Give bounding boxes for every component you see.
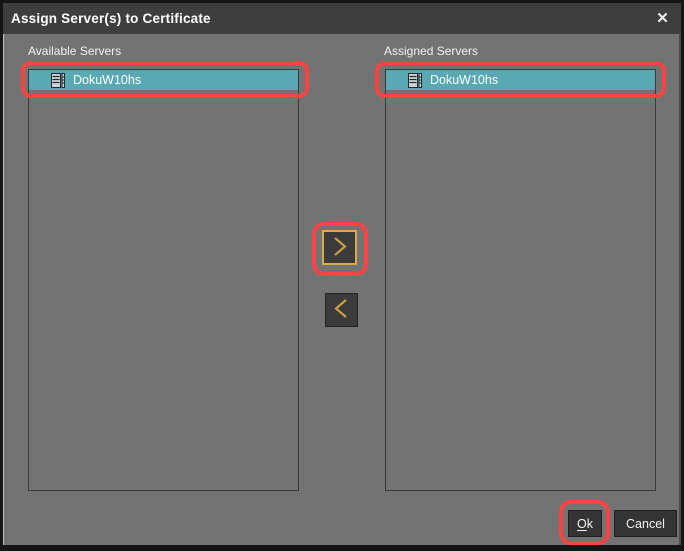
unassign-button[interactable] (325, 293, 358, 327)
close-icon[interactable]: ✕ (653, 9, 672, 28)
cancel-button-label: Cancel (626, 517, 665, 531)
assigned-servers-list[interactable]: DokuW10hs (385, 69, 656, 491)
server-icon (408, 73, 422, 88)
assign-button[interactable] (322, 230, 357, 265)
cancel-button[interactable]: Cancel (614, 510, 677, 537)
dialog-title: Assign Server(s) to Certificate (11, 3, 211, 34)
server-list-item[interactable]: DokuW10hs (29, 70, 298, 90)
assign-servers-dialog: Assign Server(s) to Certificate ✕ Availa… (0, 0, 684, 551)
server-icon (51, 73, 65, 88)
ok-button-label-rest: k (587, 517, 593, 531)
title-bar: Assign Server(s) to Certificate ✕ (3, 3, 681, 34)
available-servers-list[interactable]: DokuW10hs (28, 69, 299, 491)
ok-button-mnemonic: O (577, 517, 587, 531)
available-servers-label: Available Servers (28, 44, 121, 58)
ok-button[interactable]: Ok (568, 510, 602, 537)
chevron-right-icon (325, 232, 354, 264)
server-item-label: DokuW10hs (430, 73, 498, 87)
assigned-servers-label: Assigned Servers (384, 44, 478, 58)
chevron-left-icon (327, 294, 356, 326)
server-item-label: DokuW10hs (73, 73, 141, 87)
server-list-item[interactable]: DokuW10hs (386, 70, 655, 90)
